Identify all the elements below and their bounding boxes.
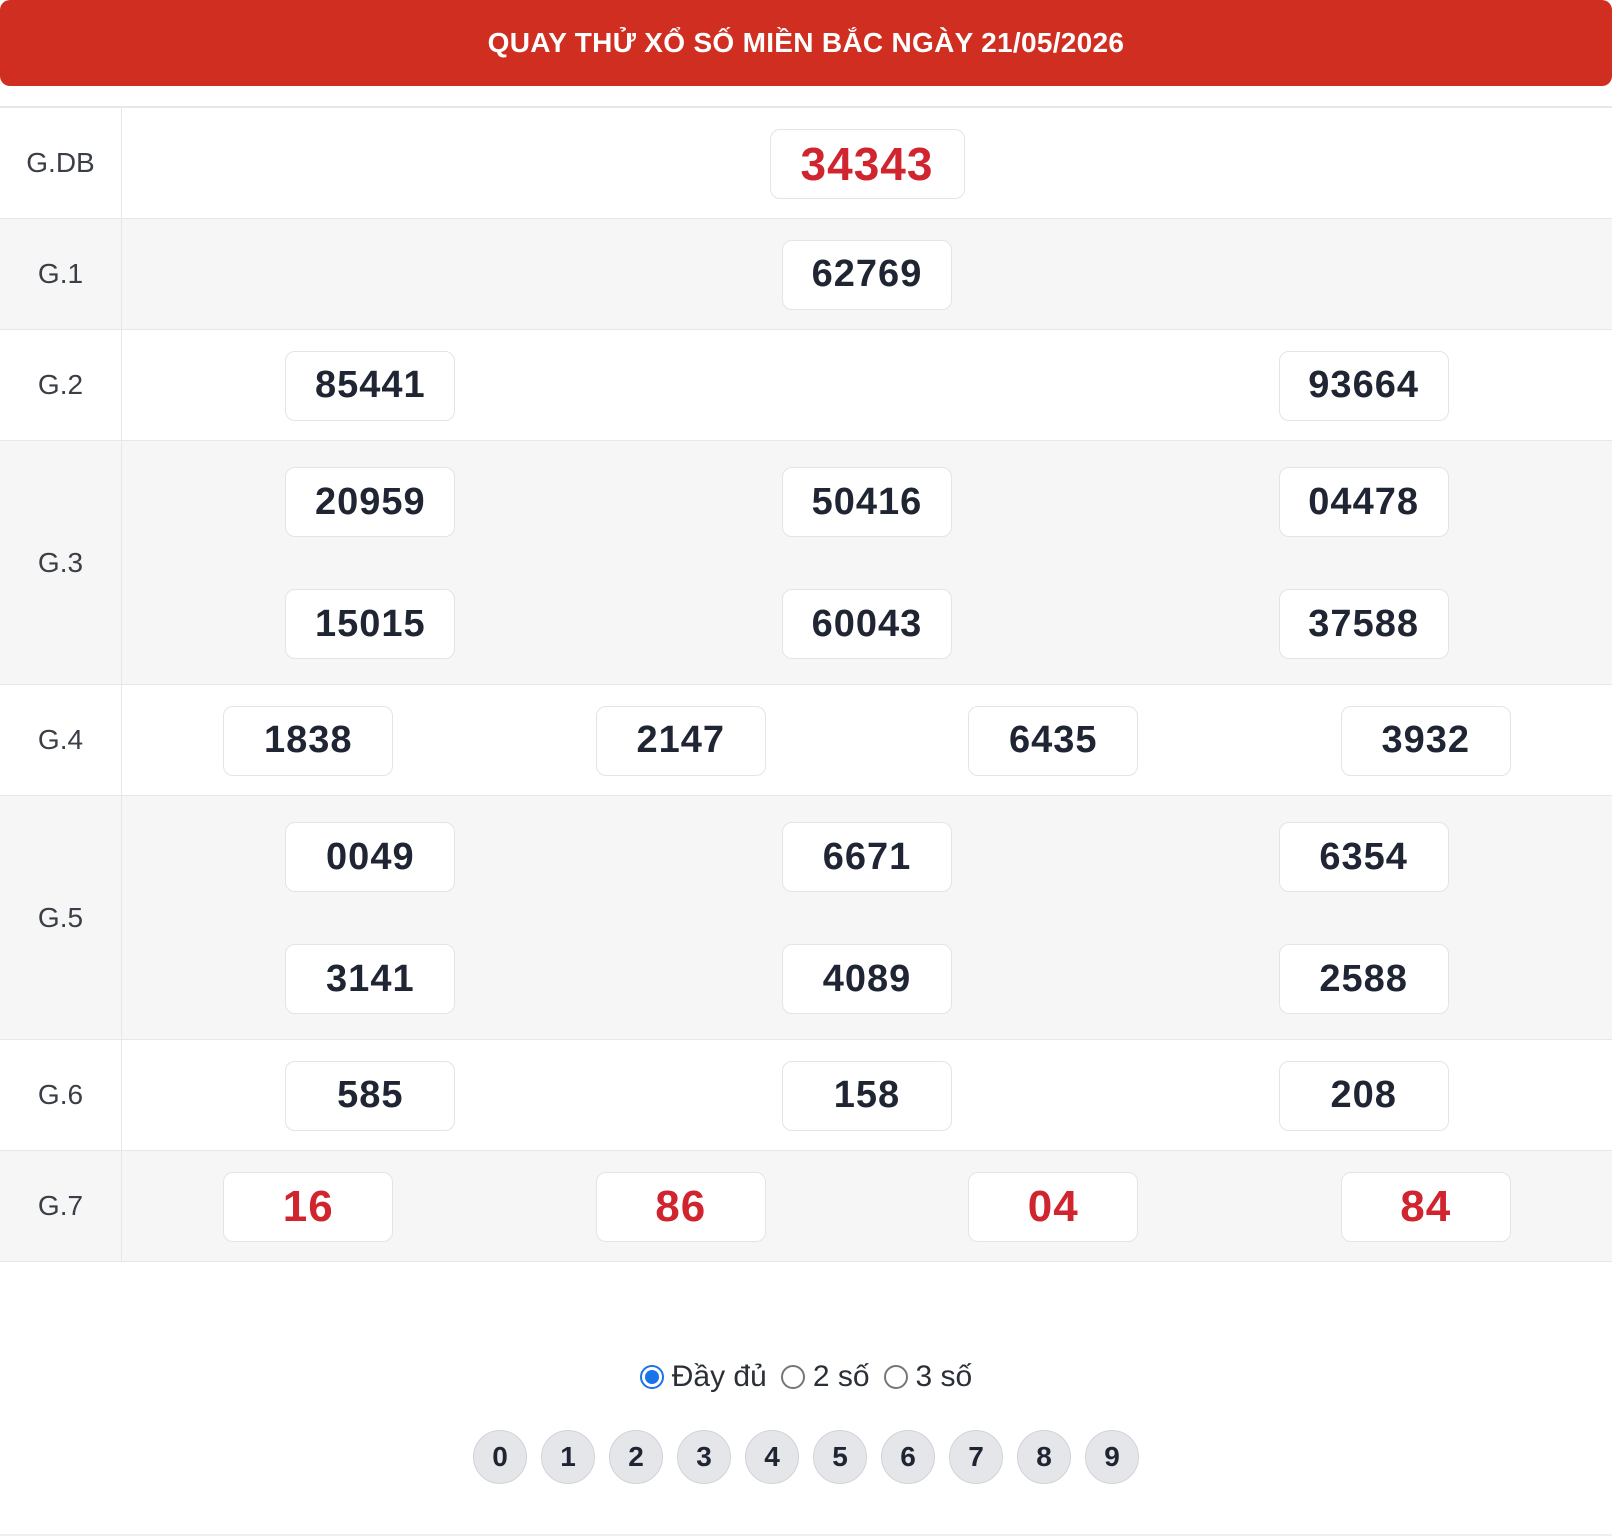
digit-button-5[interactable]: 5 [813, 1430, 867, 1484]
special-prize-number: 34343 [769, 128, 965, 199]
radio-label-full: Đầy đủ [671, 1360, 767, 1393]
radio-label-3-digits: 3 số [915, 1360, 973, 1393]
prize-label: G.1 [0, 219, 122, 329]
prize-row-g2: G.2 85441 93664 [0, 330, 1612, 441]
digit-button-4[interactable]: 4 [745, 1430, 799, 1484]
prize-row-g1: G.1 62769 [0, 219, 1612, 330]
seventh-prize-number: 04 [968, 1171, 1139, 1242]
prize-number: 04478 [1278, 467, 1449, 537]
digit-button-0[interactable]: 0 [473, 1430, 527, 1484]
display-mode-filter: Đầy đủ 2 số 3 số [0, 1360, 1612, 1394]
radio-2-digits[interactable]: 2 số [780, 1360, 870, 1394]
prize-number: 4089 [781, 944, 952, 1014]
prize-label: G.4 [0, 685, 122, 795]
prize-number: 85441 [285, 350, 456, 421]
prize-number: 60043 [781, 589, 952, 659]
radio-button-full[interactable] [639, 1365, 664, 1389]
bottom-divider [0, 1534, 1612, 1536]
prize-number: 6354 [1278, 822, 1449, 892]
prize-number: 2147 [595, 705, 766, 776]
radio-button-2-digits[interactable] [780, 1365, 805, 1389]
seventh-prize-number: 86 [595, 1171, 766, 1242]
prize-label: G.2 [0, 330, 122, 440]
prize-number: 1838 [223, 705, 394, 776]
prize-label: G.6 [0, 1040, 122, 1150]
prize-number: 6435 [968, 705, 1139, 776]
seventh-prize-number: 16 [223, 1171, 394, 1242]
digit-button-9[interactable]: 9 [1085, 1430, 1139, 1484]
prize-label: G.DB [0, 108, 122, 218]
prize-number: 50416 [781, 467, 952, 537]
prize-label: G.3 [0, 441, 122, 684]
prize-label: G.7 [0, 1151, 122, 1261]
prize-number: 3141 [285, 944, 456, 1014]
prize-label: G.5 [0, 796, 122, 1039]
prize-number: 208 [1278, 1060, 1449, 1131]
digit-button-7[interactable]: 7 [949, 1430, 1003, 1484]
prize-number: 2588 [1278, 944, 1449, 1014]
prize-row-g5: G.5 0049 6671 6354 3141 4089 2588 [0, 796, 1612, 1040]
radio-full[interactable]: Đầy đủ [639, 1360, 767, 1394]
digit-button-8[interactable]: 8 [1017, 1430, 1071, 1484]
prize-number: 93664 [1278, 350, 1449, 421]
prize-number: 62769 [782, 239, 952, 310]
prize-row-g4: G.4 1838 2147 6435 3932 [0, 685, 1612, 796]
prize-number: 585 [285, 1060, 456, 1131]
prize-number: 6671 [781, 822, 952, 892]
digit-filter-bar: 0 1 2 3 4 5 6 7 8 9 [0, 1430, 1612, 1484]
results-table: G.DB 34343 G.1 62769 G.2 85441 93664 G.3… [0, 106, 1612, 1262]
radio-button-3-digits[interactable] [883, 1365, 908, 1389]
radio-label-2-digits: 2 số [812, 1360, 870, 1393]
prize-number: 15015 [285, 589, 456, 659]
radio-3-digits[interactable]: 3 số [883, 1360, 973, 1394]
prize-row-g7: G.7 16 86 04 84 [0, 1151, 1612, 1262]
prize-number: 37588 [1278, 589, 1449, 659]
prize-row-g3: G.3 20959 50416 04478 15015 60043 37588 [0, 441, 1612, 685]
digit-button-6[interactable]: 6 [881, 1430, 935, 1484]
digit-button-2[interactable]: 2 [609, 1430, 663, 1484]
prize-number: 20959 [285, 467, 456, 537]
prize-row-gdb: G.DB 34343 [0, 108, 1612, 219]
prize-number: 3932 [1340, 705, 1511, 776]
page-header: QUAY THỬ XỔ SỐ MIỀN BẮC NGÀY 21/05/2026 [0, 0, 1612, 86]
prize-number: 0049 [285, 822, 456, 892]
digit-button-3[interactable]: 3 [677, 1430, 731, 1484]
prize-number: 158 [781, 1060, 952, 1131]
seventh-prize-number: 84 [1340, 1171, 1511, 1242]
prize-row-g6: G.6 585 158 208 [0, 1040, 1612, 1151]
page-title: QUAY THỬ XỔ SỐ MIỀN BẮC NGÀY 21/05/2026 [487, 27, 1125, 58]
digit-button-1[interactable]: 1 [541, 1430, 595, 1484]
